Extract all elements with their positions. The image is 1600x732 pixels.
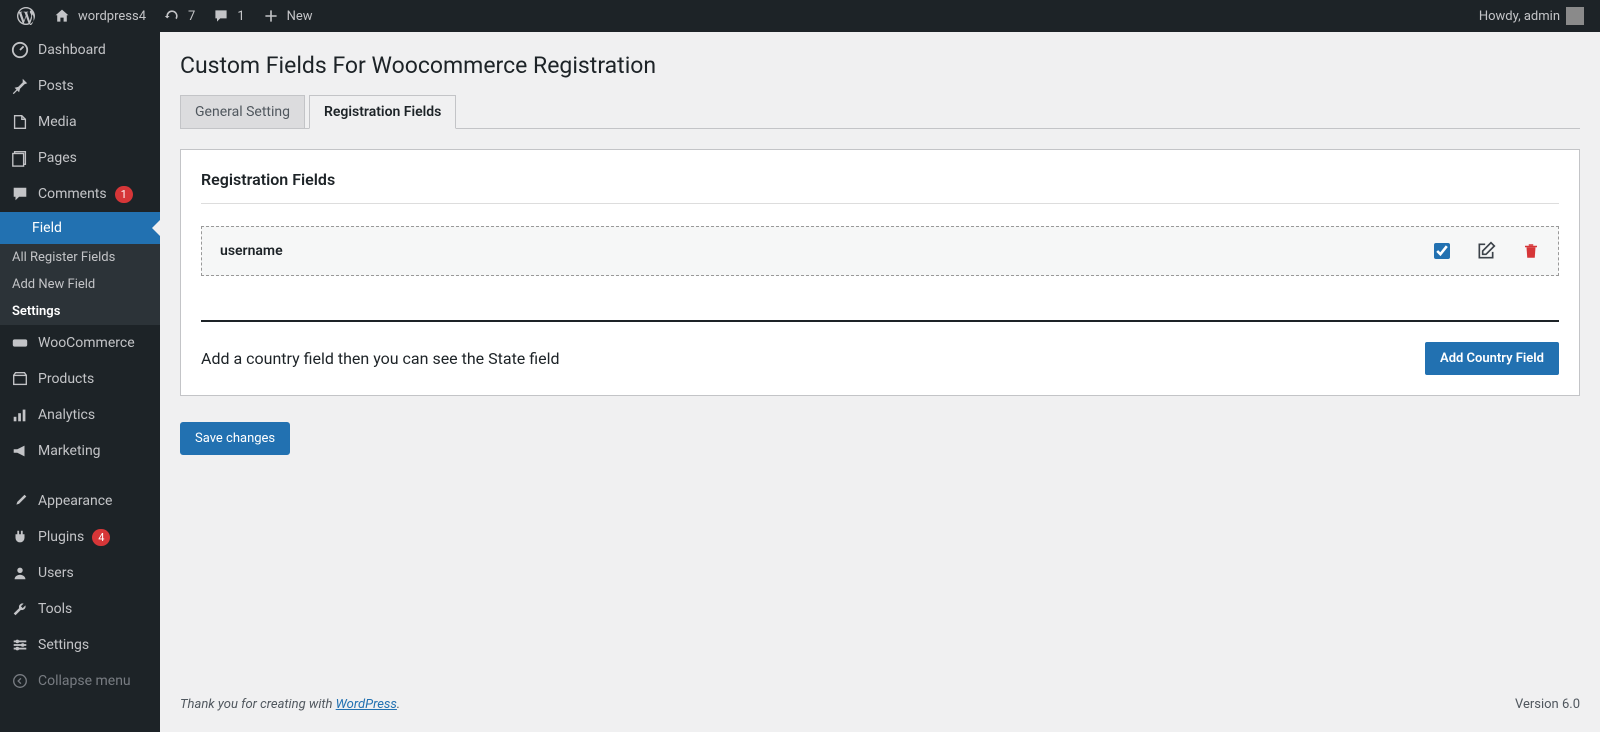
field-name: username xyxy=(220,243,283,259)
sidebar-item-posts[interactable]: Posts xyxy=(0,68,160,104)
comment-icon xyxy=(211,6,231,26)
wp-logo[interactable] xyxy=(8,0,44,32)
media-icon xyxy=(10,112,30,132)
comments-count: 1 xyxy=(237,9,244,24)
sidebar-label: Pages xyxy=(38,150,77,166)
sidebar-item-plugins[interactable]: Plugins 4 xyxy=(0,519,160,555)
sidebar-item-appearance[interactable]: Appearance xyxy=(0,483,160,519)
tab-general[interactable]: General Setting xyxy=(180,95,305,129)
avatar xyxy=(1566,7,1584,25)
sidebar-item-analytics[interactable]: Analytics xyxy=(0,397,160,433)
admin-bar-left: wordpress4 7 1 New xyxy=(8,0,321,32)
country-row: Add a country field then you can see the… xyxy=(201,320,1559,375)
edit-icon[interactable] xyxy=(1476,241,1496,261)
sidebar-label: Dashboard xyxy=(38,42,106,58)
sidebar-label: Analytics xyxy=(38,407,95,423)
products-icon xyxy=(10,369,30,389)
settings-icon xyxy=(10,635,30,655)
panel-heading: Registration Fields xyxy=(201,170,1559,204)
woo-icon xyxy=(10,333,30,353)
dashboard-icon xyxy=(10,40,30,60)
main-content: Custom Fields For Woocommerce Registrati… xyxy=(160,32,1600,732)
wordpress-icon xyxy=(16,6,36,26)
home-icon xyxy=(52,6,72,26)
sub-add-new-field[interactable]: Add New Field xyxy=(0,271,160,298)
sub-settings[interactable]: Settings xyxy=(0,298,160,325)
collapse-icon xyxy=(10,671,30,691)
footer: Thank you for creating with WordPress. V… xyxy=(180,667,1580,712)
sidebar-item-settings[interactable]: Settings xyxy=(0,627,160,663)
registration-panel: Registration Fields username Add a count… xyxy=(180,149,1580,396)
pin-icon xyxy=(10,76,30,96)
save-button[interactable]: Save changes xyxy=(180,422,290,455)
page-icon xyxy=(10,148,30,168)
sidebar-label: Settings xyxy=(38,637,89,653)
updates-link[interactable]: 7 xyxy=(154,0,203,32)
comments-badge: 1 xyxy=(115,186,133,203)
analytics-icon xyxy=(10,405,30,425)
sidebar-label: Marketing xyxy=(38,443,101,459)
sidebar-item-field[interactable]: Field xyxy=(0,212,160,244)
user-icon xyxy=(10,563,30,583)
footer-thanks: Thank you for creating with WordPress. xyxy=(180,697,400,712)
sidebar-label: Users xyxy=(38,565,74,581)
new-link[interactable]: New xyxy=(253,0,321,32)
new-label: New xyxy=(287,9,313,24)
site-name: wordpress4 xyxy=(78,9,146,24)
page-title: Custom Fields For Woocommerce Registrati… xyxy=(180,52,1580,79)
brush-icon xyxy=(10,491,30,511)
sidebar-item-pages[interactable]: Pages xyxy=(0,140,160,176)
sidebar-item-collapse[interactable]: Collapse menu xyxy=(0,663,160,699)
sidebar-item-dashboard[interactable]: Dashboard xyxy=(0,32,160,68)
footer-version: Version 6.0 xyxy=(1515,697,1580,712)
sidebar-label: Plugins xyxy=(38,529,84,545)
field-row-username[interactable]: username xyxy=(201,226,1559,276)
comment-icon xyxy=(10,184,30,204)
sidebar-item-marketing[interactable]: Marketing xyxy=(0,433,160,469)
sidebar-label: Comments xyxy=(38,186,107,202)
admin-bar-right[interactable]: Howdy, admin xyxy=(1479,7,1592,25)
sidebar-item-users[interactable]: Users xyxy=(0,555,160,591)
sidebar-label: Appearance xyxy=(38,493,112,509)
greeting: Howdy, admin xyxy=(1479,9,1560,24)
admin-sidebar: Dashboard Posts Media Pages Comments 1 F… xyxy=(0,32,160,732)
comments-link[interactable]: 1 xyxy=(203,0,252,32)
plus-icon xyxy=(261,6,281,26)
sidebar-label: Media xyxy=(38,114,77,130)
sidebar-label: Field xyxy=(10,220,62,236)
admin-bar: wordpress4 7 1 New Howdy, admin xyxy=(0,0,1600,32)
trash-icon[interactable] xyxy=(1522,242,1540,260)
field-actions xyxy=(1434,241,1540,261)
sidebar-label: Products xyxy=(38,371,94,387)
updates-count: 7 xyxy=(188,9,195,24)
sidebar-item-products[interactable]: Products xyxy=(0,361,160,397)
sidebar-item-comments[interactable]: Comments 1 xyxy=(0,176,160,212)
country-message: Add a country field then you can see the… xyxy=(201,349,560,368)
sidebar-label: Posts xyxy=(38,78,74,94)
tab-nav: General Setting Registration Fields xyxy=(180,95,1580,129)
save-row: Save changes xyxy=(180,422,1580,455)
refresh-icon xyxy=(162,6,182,26)
tab-registration[interactable]: Registration Fields xyxy=(309,95,456,129)
sidebar-label: Tools xyxy=(38,601,72,617)
sidebar-item-tools[interactable]: Tools xyxy=(0,591,160,627)
plugins-badge: 4 xyxy=(92,529,110,546)
sub-all-register-fields[interactable]: All Register Fields xyxy=(0,244,160,271)
sidebar-item-media[interactable]: Media xyxy=(0,104,160,140)
sidebar-label: Collapse menu xyxy=(38,673,131,689)
site-name-link[interactable]: wordpress4 xyxy=(44,0,154,32)
sidebar-item-woocommerce[interactable]: WooCommerce xyxy=(0,325,160,361)
field-enable-checkbox[interactable] xyxy=(1434,243,1450,259)
add-country-button[interactable]: Add Country Field xyxy=(1425,342,1559,375)
marketing-icon xyxy=(10,441,30,461)
sidebar-submenu-field: All Register Fields Add New Field Settin… xyxy=(0,244,160,325)
wrench-icon xyxy=(10,599,30,619)
sidebar-label: WooCommerce xyxy=(38,335,135,351)
wp-link[interactable]: WordPress xyxy=(336,697,397,712)
plugin-icon xyxy=(10,527,30,547)
